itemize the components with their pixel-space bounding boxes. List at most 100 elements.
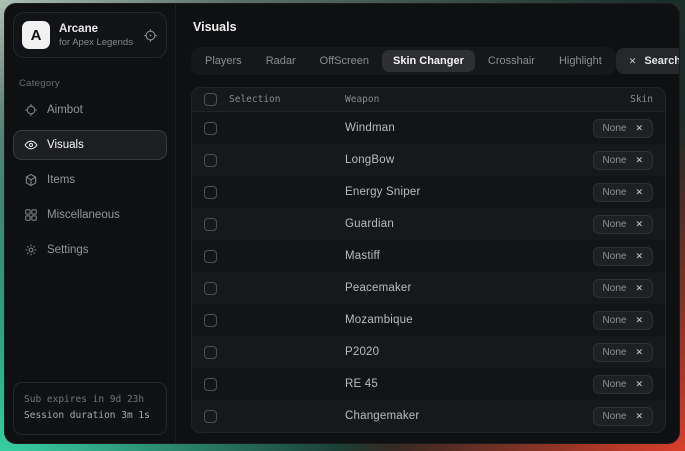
table-row: Windman None ✕	[192, 112, 665, 144]
weapons-table: Selection Weapon Skin Windman None ✕ Lon…	[191, 87, 666, 433]
weapon-name: Energy Sniper	[345, 186, 583, 198]
search-button[interactable]: ✕ Search	[616, 48, 680, 74]
remove-skin-icon[interactable]: ✕	[635, 219, 643, 230]
sidebar-item-label: Miscellaneous	[47, 209, 120, 221]
skin-badge[interactable]: None ✕	[593, 407, 653, 426]
category-label: Category	[19, 78, 161, 89]
weapon-name: Mastiff	[345, 250, 583, 262]
row-checkbox[interactable]	[204, 250, 217, 263]
skin-badge[interactable]: None ✕	[593, 151, 653, 170]
app-window: A Arcane for Apex Legends Category Aimbo…	[4, 3, 680, 444]
row-checkbox[interactable]	[204, 378, 217, 391]
app-subtitle: for Apex Legends	[59, 37, 134, 48]
table-row: Guardian None ✕	[192, 208, 665, 240]
row-checkbox[interactable]	[204, 154, 217, 167]
main-panel: Visuals PlayersRadarOffScreenSkin Change…	[176, 4, 679, 443]
app-logo: A	[22, 21, 50, 49]
sidebar-item-visuals[interactable]: Visuals	[13, 130, 167, 160]
sidebar-item-label: Aimbot	[47, 104, 83, 116]
gear-icon	[24, 243, 38, 257]
skin-badge[interactable]: None ✕	[593, 279, 653, 298]
row-checkbox[interactable]	[204, 218, 217, 231]
table-row: Mastiff None ✕	[192, 240, 665, 272]
remove-skin-icon[interactable]: ✕	[635, 411, 643, 422]
sidebar-item-aimbot[interactable]: Aimbot	[13, 95, 167, 125]
tab-highlight[interactable]: Highlight	[548, 50, 613, 72]
row-checkbox[interactable]	[204, 122, 217, 135]
sidebar-nav: Aimbot Visuals Items Miscellaneous Setti…	[5, 95, 175, 265]
weapon-name: Mozambique	[345, 314, 583, 326]
skin-badge-label: None	[603, 379, 627, 390]
table-row: LongBow None ✕	[192, 144, 665, 176]
skin-badge-label: None	[603, 251, 627, 262]
remove-skin-icon[interactable]: ✕	[635, 283, 643, 294]
skin-badge-label: None	[603, 411, 627, 422]
eye-icon	[24, 138, 38, 152]
sidebar: A Arcane for Apex Legends Category Aimbo…	[5, 4, 176, 443]
weapon-name: Peacemaker	[345, 282, 583, 294]
skin-badge-label: None	[603, 315, 627, 326]
sub-expiry-text: Sub expires in 9d 23h	[24, 392, 156, 409]
remove-skin-icon[interactable]: ✕	[635, 155, 643, 166]
sidebar-item-items[interactable]: Items	[13, 165, 167, 195]
row-checkbox[interactable]	[204, 346, 217, 359]
remove-skin-icon[interactable]: ✕	[635, 315, 643, 326]
session-duration-text: Session duration 3m 1s	[24, 408, 156, 425]
weapon-name: LongBow	[345, 154, 583, 166]
sidebar-item-label: Visuals	[47, 139, 84, 151]
sidebar-item-miscellaneous[interactable]: Miscellaneous	[13, 200, 167, 230]
tab-offscreen[interactable]: OffScreen	[309, 50, 380, 72]
remove-skin-icon[interactable]: ✕	[635, 347, 643, 358]
sidebar-item-settings[interactable]: Settings	[13, 235, 167, 265]
remove-skin-icon[interactable]: ✕	[635, 251, 643, 262]
subscription-card: Sub expires in 9d 23h Session duration 3…	[13, 382, 167, 435]
skin-badge[interactable]: None ✕	[593, 183, 653, 202]
weapon-name: RE 45	[345, 378, 583, 390]
remove-skin-icon[interactable]: ✕	[635, 123, 643, 134]
weapon-name: P2020	[345, 346, 583, 358]
table-row: Energy Sniper None ✕	[192, 176, 665, 208]
app-name: Arcane	[59, 23, 134, 35]
search-x-icon: ✕	[629, 56, 637, 67]
select-all-checkbox[interactable]	[204, 93, 217, 106]
row-checkbox[interactable]	[204, 186, 217, 199]
brand-text: Arcane for Apex Legends	[59, 23, 134, 48]
skin-badge[interactable]: None ✕	[593, 119, 653, 138]
sidebar-item-label: Items	[47, 174, 75, 186]
toolbar: PlayersRadarOffScreenSkin ChangerCrossha…	[191, 47, 666, 75]
table-body: Windman None ✕ LongBow None ✕ Energy Sni…	[192, 112, 665, 432]
table-header: Selection Weapon Skin	[192, 88, 665, 112]
skin-badge[interactable]: None ✕	[593, 343, 653, 362]
column-header-selection: Selection	[229, 94, 335, 105]
table-row: Changemaker None ✕	[192, 400, 665, 432]
row-checkbox[interactable]	[204, 410, 217, 423]
table-row: RE 45 None ✕	[192, 368, 665, 400]
table-row: Peacemaker None ✕	[192, 272, 665, 304]
search-button-label: Search	[644, 55, 680, 67]
crosshair-icon	[24, 103, 38, 117]
skin-badge[interactable]: None ✕	[593, 375, 653, 394]
table-row: P2020 None ✕	[192, 336, 665, 368]
tab-skin-changer[interactable]: Skin Changer	[382, 50, 475, 72]
remove-skin-icon[interactable]: ✕	[635, 187, 643, 198]
target-icon[interactable]	[143, 28, 158, 43]
row-checkbox[interactable]	[204, 282, 217, 295]
column-header-weapon: Weapon	[345, 94, 620, 105]
skin-badge-label: None	[603, 155, 627, 166]
remove-skin-icon[interactable]: ✕	[635, 379, 643, 390]
row-checkbox[interactable]	[204, 314, 217, 327]
skin-badge-label: None	[603, 123, 627, 134]
skin-badge-label: None	[603, 219, 627, 230]
column-header-skin: Skin	[630, 94, 653, 105]
weapon-name: Changemaker	[345, 410, 583, 422]
skin-badge-label: None	[603, 187, 627, 198]
skin-badge[interactable]: None ✕	[593, 311, 653, 330]
box-icon	[24, 173, 38, 187]
tab-radar[interactable]: Radar	[255, 50, 307, 72]
skin-badge[interactable]: None ✕	[593, 247, 653, 266]
page-title: Visuals	[193, 20, 666, 34]
tab-bar: PlayersRadarOffScreenSkin ChangerCrossha…	[191, 47, 616, 75]
skin-badge[interactable]: None ✕	[593, 215, 653, 234]
tab-crosshair[interactable]: Crosshair	[477, 50, 546, 72]
tab-players[interactable]: Players	[194, 50, 253, 72]
